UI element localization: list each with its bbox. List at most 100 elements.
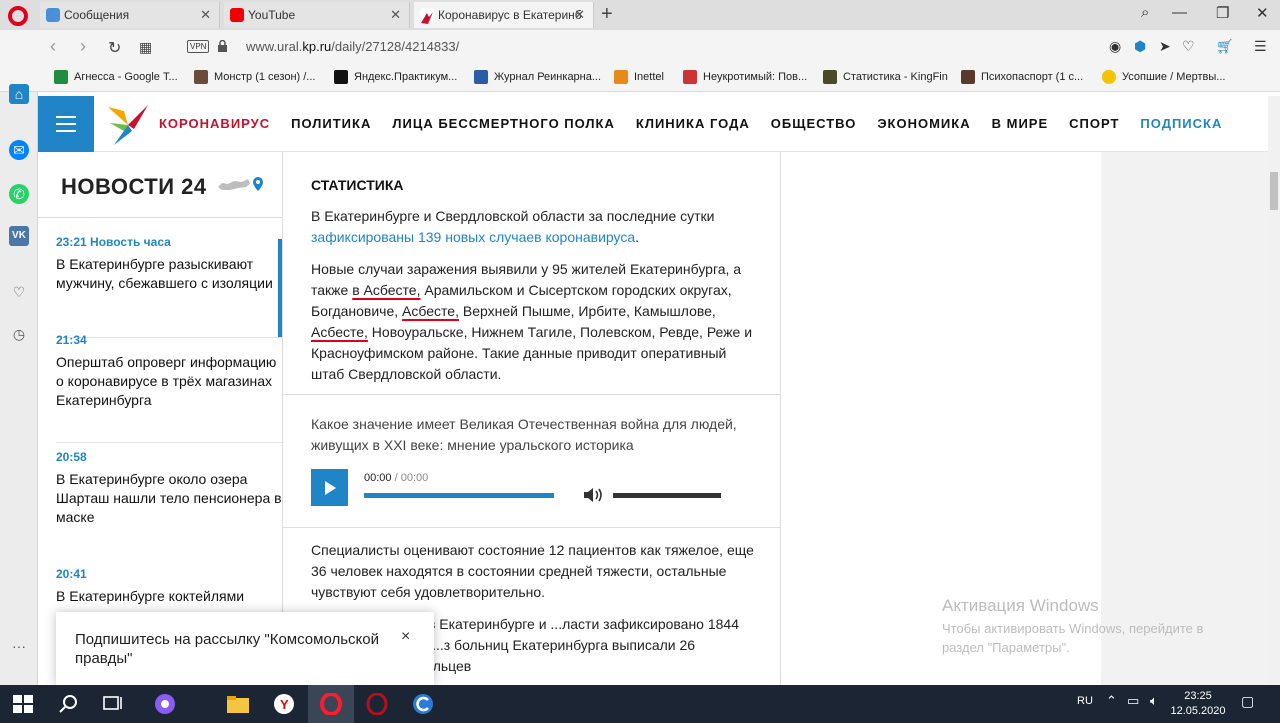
news-item[interactable]: 21:34 Оперштаб опроверг информацию о кор… bbox=[56, 333, 282, 410]
speed-dial-icon[interactable]: ▦ bbox=[139, 39, 152, 56]
tab-youtube[interactable]: YouTube ✕ bbox=[224, 2, 410, 28]
nav-clinic-of-year[interactable]: КЛИНИКА ГОДА bbox=[636, 116, 750, 131]
tray-chevron-icon[interactable]: ⌃ bbox=[1106, 693, 1117, 709]
url-field[interactable]: www.ural.kp.ru/daily/27128/4214833/ bbox=[246, 39, 459, 54]
forward-icon[interactable]: › bbox=[80, 36, 86, 57]
news-headline[interactable]: В Екатеринбурге около озера Шарташ нашли… bbox=[56, 470, 282, 527]
alice-icon[interactable] bbox=[153, 693, 177, 715]
language-indicator[interactable]: RU bbox=[1077, 695, 1093, 707]
ad-placeholder bbox=[1101, 152, 1268, 685]
bookmark-item[interactable]: Inettel bbox=[614, 70, 664, 84]
nav-economy[interactable]: ЭКОНОМИКА bbox=[877, 116, 970, 131]
minimize-icon[interactable]: — bbox=[1172, 4, 1187, 21]
youtube-favicon-icon bbox=[230, 8, 244, 22]
url-domain: kp.ru bbox=[302, 39, 332, 54]
search-icon[interactable] bbox=[57, 693, 81, 715]
opera-gx-icon[interactable] bbox=[365, 693, 389, 715]
paragraph-text: В Екатеринбурге и Свердловской области з… bbox=[311, 208, 715, 224]
tab-coronavirus[interactable]: Коронавирус в Екатеринб ✕ bbox=[414, 2, 594, 28]
bookmark-item[interactable]: Яндекс.Практикум... bbox=[334, 70, 457, 84]
nav-subscription[interactable]: ПОДПИСКА bbox=[1140, 116, 1222, 131]
history-clock-icon[interactable]: ◷ bbox=[9, 324, 29, 344]
tab-title: Коронавирус в Екатеринб bbox=[438, 8, 582, 22]
bookmark-item[interactable]: Статистика - KingFin bbox=[823, 70, 948, 84]
whatsapp-icon[interactable]: ✆ bbox=[9, 184, 29, 204]
opera-sidebar: ⌂ ✉ ✆ VK ♡ ◷ ··· bbox=[0, 84, 38, 685]
restore-icon[interactable]: ❐ bbox=[1216, 4, 1229, 22]
nav-society[interactable]: ОБЩЕСТВО bbox=[771, 116, 857, 131]
article-link[interactable]: зафиксированы 139 новых случаев коронави… bbox=[311, 229, 635, 245]
news-time: 20:58 bbox=[56, 450, 87, 464]
file-explorer-icon[interactable] bbox=[226, 693, 250, 715]
heart-bookmark-icon[interactable]: ♡ bbox=[1182, 38, 1195, 55]
kp-logo-icon[interactable] bbox=[104, 101, 152, 149]
network-icon[interactable]: ▭ bbox=[1127, 693, 1139, 709]
bookmark-label: Неукротимый: Пов... bbox=[703, 71, 808, 83]
yandex-browser-icon[interactable]: Y bbox=[272, 693, 296, 715]
cart-icon[interactable]: 🛒︎ bbox=[1216, 38, 1234, 55]
nav-sport[interactable]: СПОРТ bbox=[1069, 116, 1119, 131]
tab-close-icon[interactable]: ✕ bbox=[200, 2, 211, 28]
messages-favicon-icon bbox=[46, 8, 60, 22]
bookmark-item[interactable]: Усопшие / Мертвы... bbox=[1102, 70, 1225, 84]
nav-immortal-regiment[interactable]: ЛИЦА БЕССМЕРТНОГО ПОЛКА bbox=[392, 116, 615, 131]
bookmark-item[interactable]: Неукротимый: Пов... bbox=[683, 70, 808, 84]
tab-close-icon[interactable]: ✕ bbox=[574, 2, 585, 28]
tab-messages[interactable]: Сообщения ✕ bbox=[40, 2, 220, 28]
divider bbox=[283, 527, 780, 528]
opera-menu-icon[interactable] bbox=[8, 6, 28, 26]
audio-current-time: 00:00 bbox=[364, 472, 392, 484]
news-time: 23:21 Новость часа bbox=[56, 235, 171, 249]
send-icon[interactable]: ➤ bbox=[1159, 38, 1171, 55]
new-tab-icon[interactable]: + bbox=[601, 3, 613, 26]
nav-world[interactable]: В МИРЕ bbox=[992, 116, 1049, 131]
taskbar-clock[interactable]: 23:25 12.05.2020 bbox=[1170, 689, 1226, 719]
easy-setup-icon[interactable]: ☰ bbox=[1254, 38, 1267, 55]
close-icon[interactable]: × bbox=[401, 628, 410, 646]
more-icon[interactable]: ··· bbox=[9, 636, 29, 656]
bookmark-item[interactable]: Психопаспорт (1 с... bbox=[961, 70, 1083, 84]
reload-icon[interactable]: ↻ bbox=[108, 38, 121, 58]
volume-slider[interactable] bbox=[613, 493, 721, 498]
notifications-icon[interactable]: ▢ bbox=[1241, 693, 1254, 710]
clock-time: 23:25 bbox=[1184, 690, 1212, 702]
tab-close-icon[interactable]: ✕ bbox=[390, 2, 401, 28]
site-header: КОРОНАВИРУС ПОЛИТИКА ЛИЦА БЕССМЕРТНОГО П… bbox=[38, 96, 1268, 152]
news-item[interactable]: 20:58 В Екатеринбурге около озера Шарташ… bbox=[56, 450, 282, 527]
ccleaner-icon[interactable] bbox=[411, 693, 435, 715]
subscribe-popup[interactable]: Подпишитесь на рассылку "Комсомольской п… bbox=[56, 612, 434, 685]
vk-icon[interactable]: VK bbox=[9, 226, 29, 246]
news-headline[interactable]: Оперштаб опроверг информацию о коронавир… bbox=[56, 353, 282, 410]
home-icon[interactable]: ⌂ bbox=[9, 84, 29, 104]
news-item[interactable]: 20:41 В Екатеринбурге коктейлями bbox=[56, 567, 282, 606]
news-headline[interactable]: В Екатеринбурге коктейлями bbox=[56, 587, 282, 606]
search-tabs-icon[interactable]: ⌕ bbox=[1141, 4, 1149, 21]
volume-icon[interactable] bbox=[583, 486, 605, 504]
back-icon[interactable]: ‹ bbox=[50, 36, 56, 57]
bookmark-item[interactable]: Монстр (1 сезон) /... bbox=[194, 70, 315, 84]
messenger-icon[interactable]: ✉ bbox=[9, 140, 29, 160]
vpn-badge[interactable]: VPN bbox=[187, 40, 210, 53]
windows-start-icon[interactable] bbox=[11, 693, 35, 715]
task-view-icon[interactable] bbox=[101, 693, 125, 715]
adblock-shield-icon[interactable]: ⬢ bbox=[1134, 38, 1146, 55]
nav-coronavirus[interactable]: КОРОНАВИРУС bbox=[159, 116, 270, 131]
windows-activation-title: Активация Windows bbox=[942, 596, 1099, 615]
audio-progress-bar[interactable] bbox=[364, 493, 554, 498]
page-scrollbar[interactable] bbox=[1268, 96, 1280, 685]
news-headline[interactable]: В Екатеринбурге разыскивают мужчину, сбе… bbox=[56, 255, 282, 293]
browser-tab-bar: Сообщения ✕ YouTube ✕ Коронавирус в Екат… bbox=[0, 0, 1280, 30]
bookmark-item[interactable]: Агнесса - Google Т... bbox=[54, 70, 178, 84]
scrollbar-thumb[interactable] bbox=[1270, 172, 1278, 210]
speaker-icon[interactable]: 🔈︎ bbox=[1150, 693, 1158, 709]
bookmarks-heart-icon[interactable]: ♡ bbox=[9, 282, 29, 302]
hamburger-menu-icon[interactable] bbox=[38, 96, 94, 152]
opera-icon[interactable] bbox=[319, 693, 343, 715]
nav-politics[interactable]: ПОЛИТИКА bbox=[291, 116, 371, 131]
close-window-icon[interactable]: ✕ bbox=[1256, 4, 1269, 22]
news-item[interactable]: 23:21 Новость часа В Екатеринбурге разыс… bbox=[56, 235, 282, 293]
play-button[interactable] bbox=[311, 469, 348, 506]
bookmark-item[interactable]: Журнал Реинкарна... bbox=[474, 70, 601, 84]
article-paragraph: Новые случаи заражения выявили у 95 жите… bbox=[311, 259, 761, 385]
snapshot-icon[interactable]: ◉ bbox=[1109, 38, 1121, 55]
